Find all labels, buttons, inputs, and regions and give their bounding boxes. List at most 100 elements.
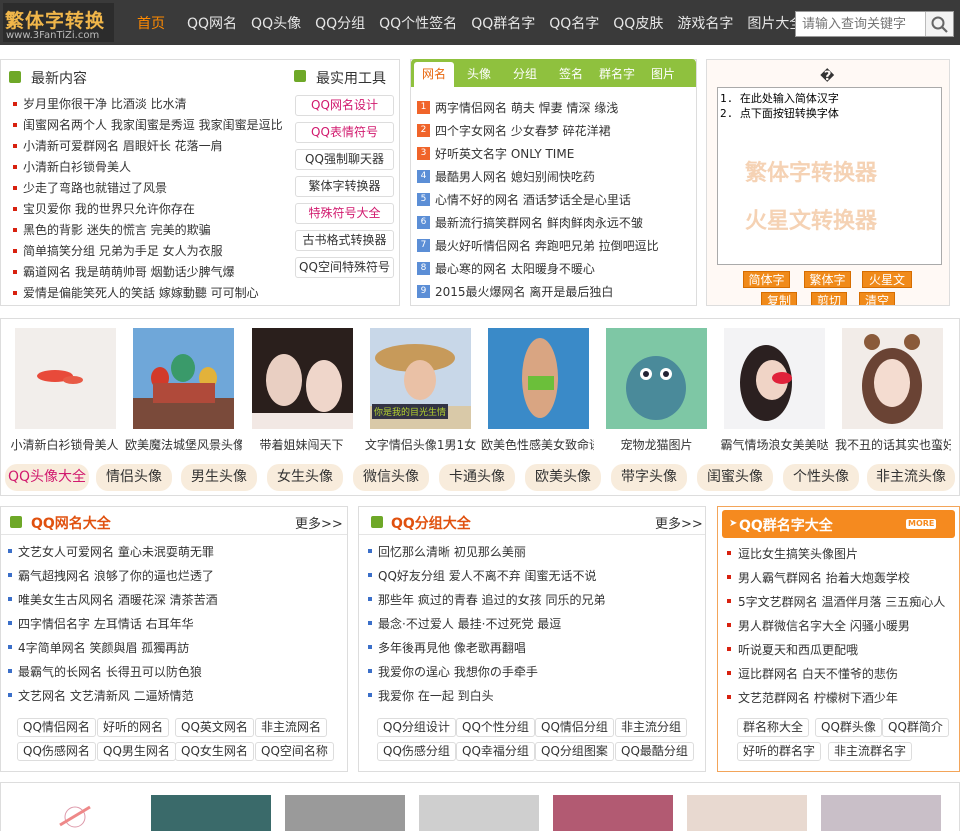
- tab-groupname[interactable]: 群名字: [594, 59, 640, 87]
- tool-traditional-converter[interactable]: 繁体字转换器: [295, 176, 394, 197]
- names-tag[interactable]: QQ伤感网名: [17, 742, 96, 761]
- avatar-caption[interactable]: 小清新白衫锁骨美人: [7, 436, 122, 453]
- tab-list-item[interactable]: 最新流行搞笑群网名 鲜肉鲜肉永远不皱: [435, 214, 693, 231]
- bottom-thumb[interactable]: [553, 795, 673, 831]
- chip-couple[interactable]: 情侣头像: [96, 464, 172, 491]
- names-item[interactable]: 最霸气的长网名 长得丑可以防色狼: [18, 663, 343, 680]
- names-item[interactable]: 4字简单网名 笑颜與眉 孤獨再訪: [18, 639, 343, 656]
- tool-qq-netname-design[interactable]: QQ网名设计: [295, 95, 394, 116]
- groups-tag[interactable]: QQ最酷分组: [615, 742, 694, 761]
- copy-button[interactable]: 复制: [761, 292, 797, 305]
- avatar-thumb[interactable]: [488, 328, 589, 429]
- groups-title[interactable]: QQ分组大全: [391, 513, 471, 533]
- names-tag[interactable]: QQ情侣网名: [17, 718, 96, 737]
- latest-item[interactable]: 爱情是偏能笑死人的笑話 嫁嫁動聽 可可制心: [23, 284, 286, 301]
- groupnames-tag[interactable]: QQ群简介: [882, 718, 949, 737]
- latest-item[interactable]: 黑色的背影 迷失的慌言 完美的欺骗: [23, 221, 286, 238]
- nav-home[interactable]: 首页: [122, 0, 180, 45]
- simplified-button[interactable]: 简体字: [743, 271, 790, 288]
- tab-netname[interactable]: 网名: [414, 62, 454, 87]
- groups-tag[interactable]: QQ情侣分组: [535, 718, 614, 737]
- bottom-thumb[interactable]: [687, 795, 807, 831]
- avatar-thumb[interactable]: [724, 328, 825, 429]
- nav-qq-groupname[interactable]: QQ群名字: [464, 0, 542, 45]
- bottom-thumb[interactable]: [15, 795, 135, 831]
- tab-list-item[interactable]: 最心寒的网名 太阳暖身不暖心: [435, 260, 693, 277]
- nav-game-name[interactable]: 游戏名字: [670, 0, 740, 45]
- nav-qq-signature[interactable]: QQ个性签名: [372, 0, 464, 45]
- groupnames-tag[interactable]: 群名称大全: [737, 718, 810, 737]
- groups-item[interactable]: 我爱你 在一起 到白头: [378, 687, 700, 704]
- names-item[interactable]: 唯美女生古风网名 酒暖花深 清茶苦酒: [18, 591, 343, 608]
- search-input[interactable]: [796, 12, 924, 36]
- latest-item[interactable]: 岁月里你很干净 比酒淡 比水清: [23, 95, 286, 112]
- groups-item[interactable]: 最念·不过爱人 最挂·不过死党 最逗: [378, 615, 700, 632]
- latest-item[interactable]: 闺蜜网名两个人 我家闺蜜是秀逗 我家闺蜜是逗比: [23, 116, 286, 133]
- names-title[interactable]: QQ网名大全: [31, 513, 111, 533]
- latest-item[interactable]: 霸道网名 我是萌萌帅哥 烟勤话少脾气爆: [23, 263, 286, 280]
- tab-list-item[interactable]: 两字情侣网名 萌夫 悍妻 情深 缘浅: [435, 99, 693, 116]
- avatar-thumb[interactable]: 你是我的目光生情: [370, 328, 471, 429]
- groups-item[interactable]: 回忆那么清晰 初见那么美丽: [378, 543, 700, 560]
- tab-list-item[interactable]: 最酷男人网名 媳妇别闹快吃药: [435, 168, 693, 185]
- groups-tag[interactable]: QQ伤感分组: [377, 742, 456, 761]
- names-item[interactable]: 文艺网名 文艺清新风 二逼矫情范: [18, 687, 343, 704]
- nav-qq-skin[interactable]: QQ皮肤: [606, 0, 670, 45]
- tool-qzone-symbols[interactable]: QQ空间特殊符号: [295, 257, 394, 278]
- tab-signature[interactable]: 签名: [551, 59, 591, 87]
- avatar-thumb[interactable]: [133, 328, 234, 429]
- groupnames-item[interactable]: 逗比群网名 白天不懂爷的悲伤: [738, 665, 960, 682]
- groups-tag[interactable]: 非主流分组: [615, 718, 688, 737]
- groupnames-item[interactable]: 听说夏天和西瓜更配哦: [738, 641, 960, 658]
- bottom-thumb[interactable]: [419, 795, 539, 831]
- tool-ancient-format[interactable]: 古书格式转换器: [295, 230, 394, 251]
- latest-item[interactable]: 小清新白衫锁骨美人: [23, 158, 286, 175]
- cut-button[interactable]: 剪切: [811, 292, 847, 305]
- groups-more-link[interactable]: 更多>>: [655, 513, 703, 532]
- groups-item[interactable]: 我爱你の逞心 我想你の手牵手: [378, 663, 700, 680]
- groups-tag[interactable]: QQ个性分组: [456, 718, 535, 737]
- latest-item[interactable]: 宝贝爱你 我的世界只允许你存在: [23, 200, 286, 217]
- groups-tag[interactable]: QQ分组设计: [377, 718, 456, 737]
- groupnames-tag[interactable]: 好听的群名字: [737, 742, 822, 761]
- groups-item[interactable]: 多年後再見他 像老歌再翻唱: [378, 639, 700, 656]
- martian-button[interactable]: 火星文: [862, 271, 912, 288]
- avatar-caption[interactable]: 带着姐妹闯天下: [244, 436, 359, 453]
- tab-list-item[interactable]: 四个字女网名 少女春梦 碎花洋裙: [435, 122, 693, 139]
- tab-pictures[interactable]: 图片: [643, 59, 683, 87]
- tool-special-symbols[interactable]: 特殊符号大全: [295, 203, 394, 224]
- groups-item[interactable]: 那些年 疯过的青春 追过的女孩 同乐的兄弟: [378, 591, 700, 608]
- names-tag[interactable]: 好听的网名: [97, 718, 170, 737]
- search-button[interactable]: [925, 12, 953, 36]
- groupnames-item[interactable]: 逗比女生搞笑头像图片: [738, 545, 960, 562]
- tab-group[interactable]: 分组: [505, 59, 545, 87]
- groups-tag[interactable]: QQ幸福分组: [456, 742, 535, 761]
- names-item[interactable]: 四字情侣名字 左耳情话 右耳年华: [18, 615, 343, 632]
- chip-cartoon[interactable]: 卡通头像: [439, 464, 515, 491]
- groupnames-more-link[interactable]: MORE: [906, 519, 937, 529]
- chip-nonmainstream[interactable]: 非主流头像: [867, 464, 955, 491]
- groupnames-item[interactable]: 5字文艺群网名 温酒伴月落 三五痴心人: [738, 593, 960, 610]
- groupnames-tag[interactable]: QQ群头像: [815, 718, 882, 737]
- clear-button[interactable]: 清空: [859, 292, 895, 305]
- tab-list-item[interactable]: 心情不好的网名 酒话梦话全是心里话: [435, 191, 693, 208]
- tool-qq-chat-forcer[interactable]: QQ强制聊天器: [295, 149, 394, 170]
- names-item[interactable]: 文艺女人可爱网名 童心未泯耍萌无罪: [18, 543, 343, 560]
- chip-male[interactable]: 男生头像: [181, 464, 257, 491]
- names-tag[interactable]: QQ男生网名: [97, 742, 176, 761]
- nav-qq-netname[interactable]: QQ网名: [180, 0, 244, 45]
- latest-item[interactable]: 简单搞笑分组 兄弟为手足 女人为衣服: [23, 242, 286, 259]
- avatar-caption[interactable]: 欧美魔法城堡风景头像: [125, 436, 242, 453]
- chip-bestie[interactable]: 闺蜜头像: [697, 464, 773, 491]
- nav-qq-group[interactable]: QQ分组: [308, 0, 372, 45]
- groupnames-item[interactable]: 男人霸气群网名 抬着大炮轰学校: [738, 569, 960, 586]
- tab-avatar[interactable]: 头像: [459, 59, 499, 87]
- avatar-thumb[interactable]: [252, 328, 353, 429]
- avatar-caption[interactable]: 宠物龙猫图片: [599, 436, 714, 453]
- nav-qq-avatar[interactable]: QQ头像: [244, 0, 308, 45]
- chip-text[interactable]: 带字头像: [611, 464, 687, 491]
- nav-qq-name[interactable]: QQ名字: [542, 0, 606, 45]
- chip-western[interactable]: 欧美头像: [525, 464, 601, 491]
- names-item[interactable]: 霸气超拽网名 浪够了你的逼也烂透了: [18, 567, 343, 584]
- avatar-thumb[interactable]: [842, 328, 943, 429]
